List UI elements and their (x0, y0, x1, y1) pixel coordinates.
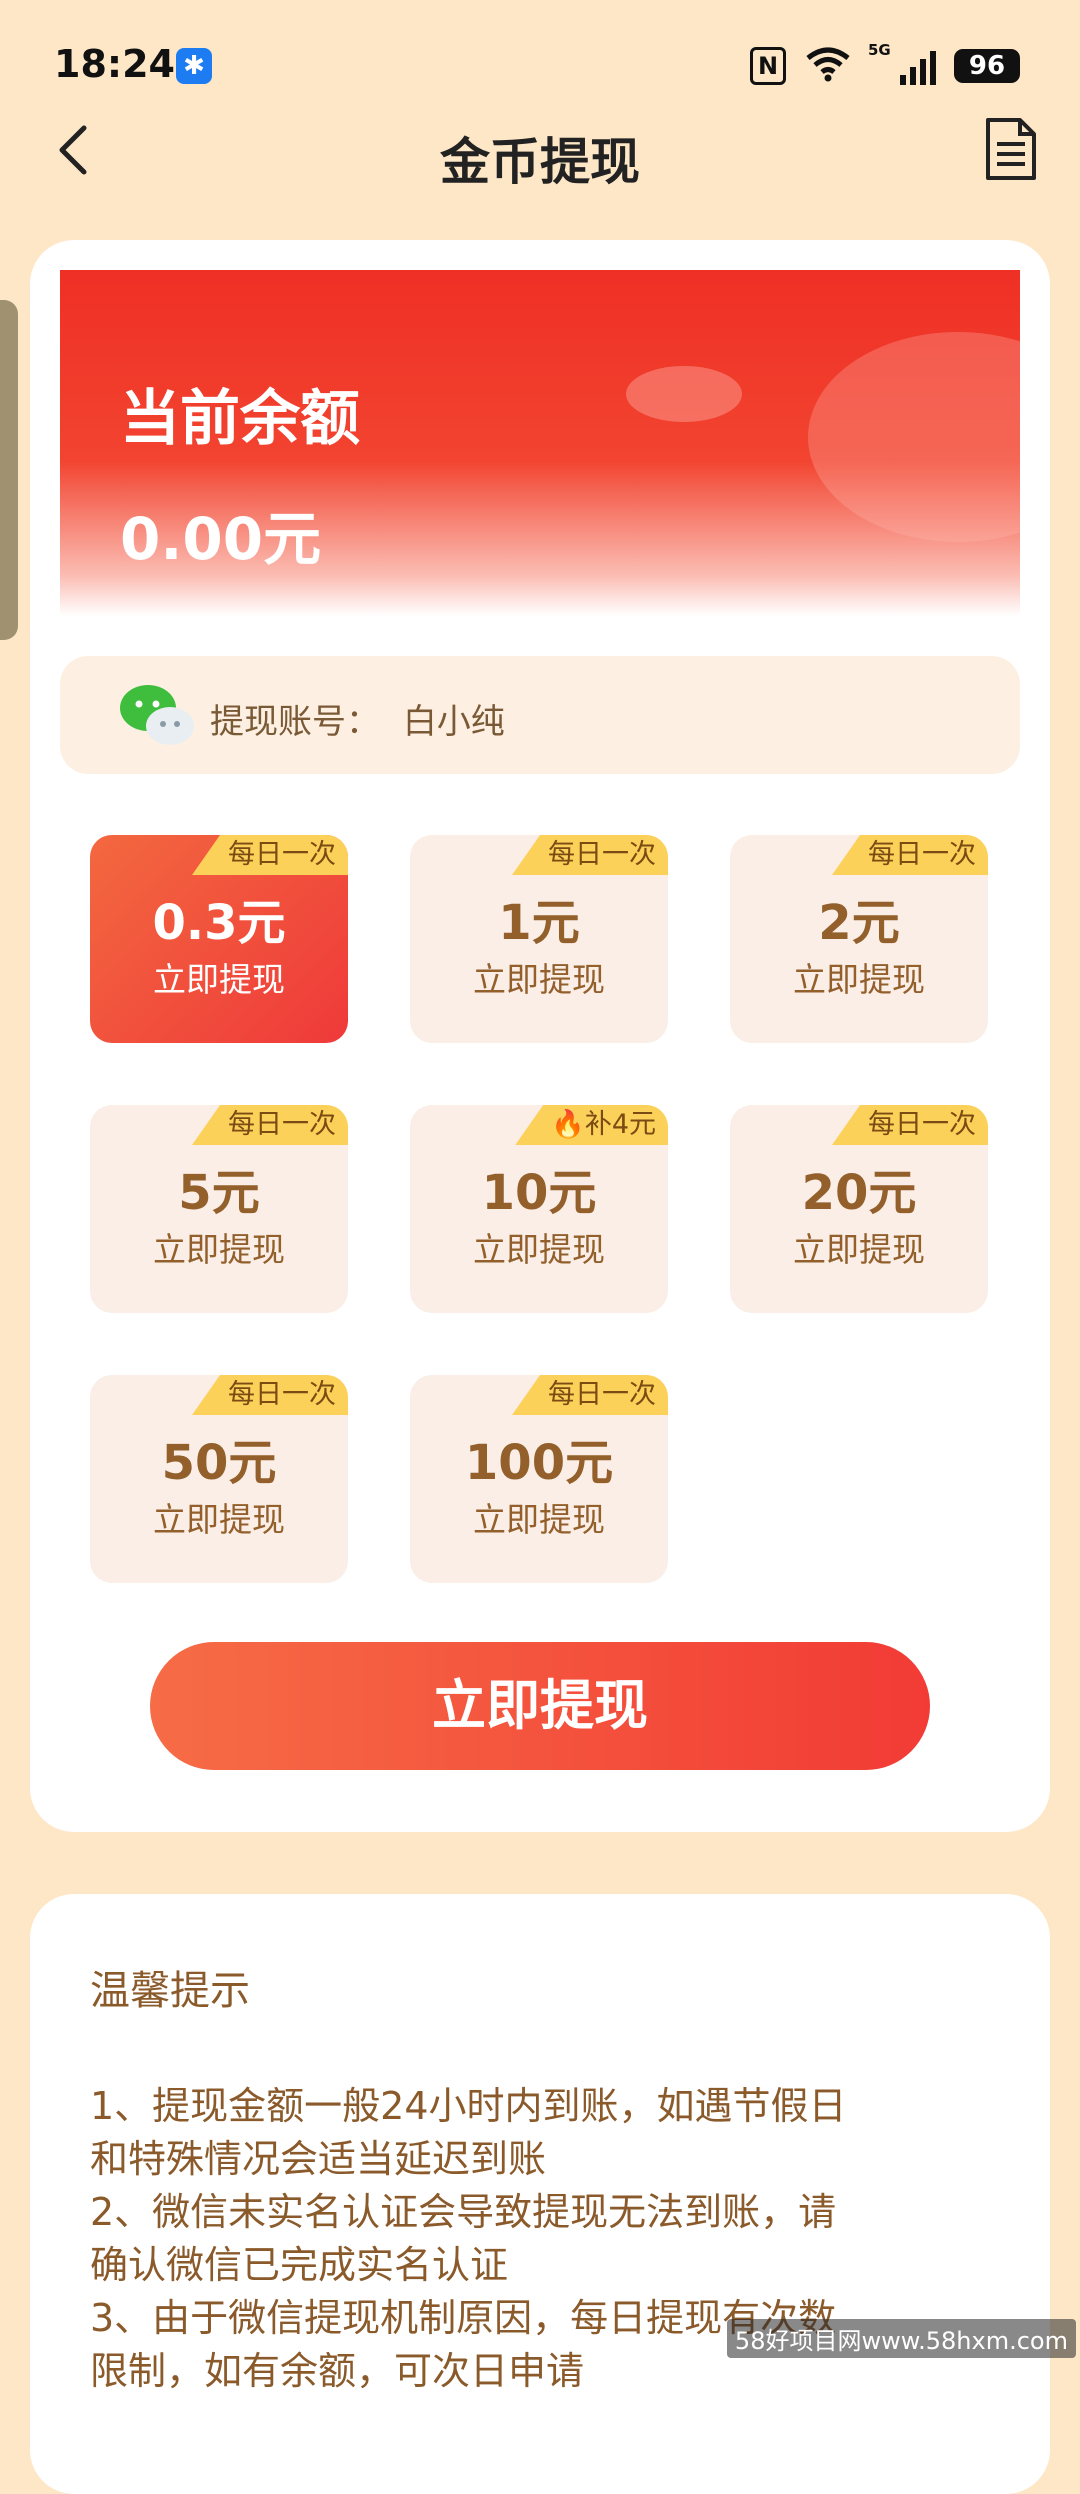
tips-card: 温馨提示 1、提现金额一般24小时内到账，如遇节假日 和特殊情况会适当延迟到账 … (30, 1894, 1050, 2494)
watermark: 58好项目网www.58hxm.com (726, 2319, 1076, 2358)
network-type: 5G (868, 41, 891, 59)
battery-indicator: 96 (954, 49, 1020, 83)
tips-title: 温馨提示 (90, 1968, 250, 2014)
wechat-icon (120, 685, 194, 745)
tips-line: 1、提现金额一般24小时内到账，如遇节假日 (90, 2084, 847, 2128)
balance-label: 当前余额 (120, 384, 360, 454)
tips-line: 和特殊情况会适当延迟到账 (90, 2137, 547, 2181)
nav-bar: 金币提现 (0, 100, 1080, 210)
records-button[interactable] (982, 116, 1038, 182)
option-tag: 每日一次 (512, 1375, 668, 1415)
option-tag: 每日一次 (512, 835, 668, 875)
account-name: 白小纯 (402, 702, 505, 742)
option-20[interactable]: 每日一次 20元 立即提现 (730, 1105, 988, 1313)
tips-line: 2、微信未实名认证会导致提现无法到账，请 (90, 2190, 837, 2234)
document-icon (986, 118, 1036, 180)
option-tag: 每日一次 (192, 1105, 348, 1145)
option-amount: 10元 (481, 1165, 597, 1221)
option-amount: 100元 (464, 1435, 614, 1491)
option-amount: 50元 (161, 1435, 277, 1491)
option-tag: 每日一次 (192, 1375, 348, 1415)
option-amount: 20元 (801, 1165, 917, 1221)
wifi-icon (804, 44, 852, 88)
balance-value: 0.00元 (120, 505, 322, 573)
withdraw-account: 提现账号： 白小纯 (60, 656, 1020, 774)
page-title: 金币提现 (440, 133, 640, 191)
option-amount: 2元 (818, 895, 900, 951)
option-tag: 每日一次 (192, 835, 348, 875)
option-10[interactable]: 🔥补4元 10元 立即提现 (410, 1105, 668, 1313)
cellular-signal-icon: 5G (868, 41, 936, 85)
status-time: 18:24 (54, 42, 175, 86)
option-action: 立即提现 (793, 960, 925, 999)
option-amount: 0.3元 (152, 895, 286, 951)
option-action: 立即提现 (153, 1230, 285, 1269)
side-drawer-handle[interactable] (0, 300, 18, 640)
option-5[interactable]: 每日一次 5元 立即提现 (90, 1105, 348, 1313)
nfc-icon: N (750, 47, 786, 85)
option-action: 立即提现 (793, 1230, 925, 1269)
account-label: 提现账号： (210, 702, 380, 742)
status-icons: N 5G 96 (750, 41, 1020, 88)
withdraw-card: 当前余额 0.00元 提现账号： 白小纯 每日一次 0.3元 立即提现 每日一次… (30, 240, 1050, 1832)
option-action: 立即提现 (153, 1500, 285, 1539)
balance-banner: 当前余额 0.00元 (60, 270, 1020, 616)
option-action: 立即提现 (153, 960, 285, 999)
option-100[interactable]: 每日一次 100元 立即提现 (410, 1375, 668, 1583)
option-tag-bonus: 🔥补4元 (515, 1105, 668, 1145)
option-action: 立即提现 (473, 960, 605, 999)
option-50[interactable]: 每日一次 50元 立即提现 (90, 1375, 348, 1583)
amount-options: 每日一次 0.3元 立即提现 每日一次 1元 立即提现 每日一次 2元 立即提现… (90, 835, 990, 1583)
account-text: 提现账号： 白小纯 (210, 694, 505, 743)
option-2[interactable]: 每日一次 2元 立即提现 (730, 835, 988, 1043)
option-action: 立即提现 (473, 1230, 605, 1269)
option-action: 立即提现 (473, 1500, 605, 1539)
withdraw-button[interactable]: 立即提现 (150, 1642, 930, 1770)
option-0-3[interactable]: 每日一次 0.3元 立即提现 (90, 835, 348, 1043)
option-amount: 1元 (498, 895, 580, 951)
option-1[interactable]: 每日一次 1元 立即提现 (410, 835, 668, 1043)
option-tag: 每日一次 (832, 835, 988, 875)
option-tag: 每日一次 (832, 1105, 988, 1145)
option-amount: 5元 (178, 1165, 260, 1221)
tips-line: 确认微信已完成实名认证 (90, 2243, 509, 2287)
app-notification-icon: ✱ (176, 48, 212, 84)
